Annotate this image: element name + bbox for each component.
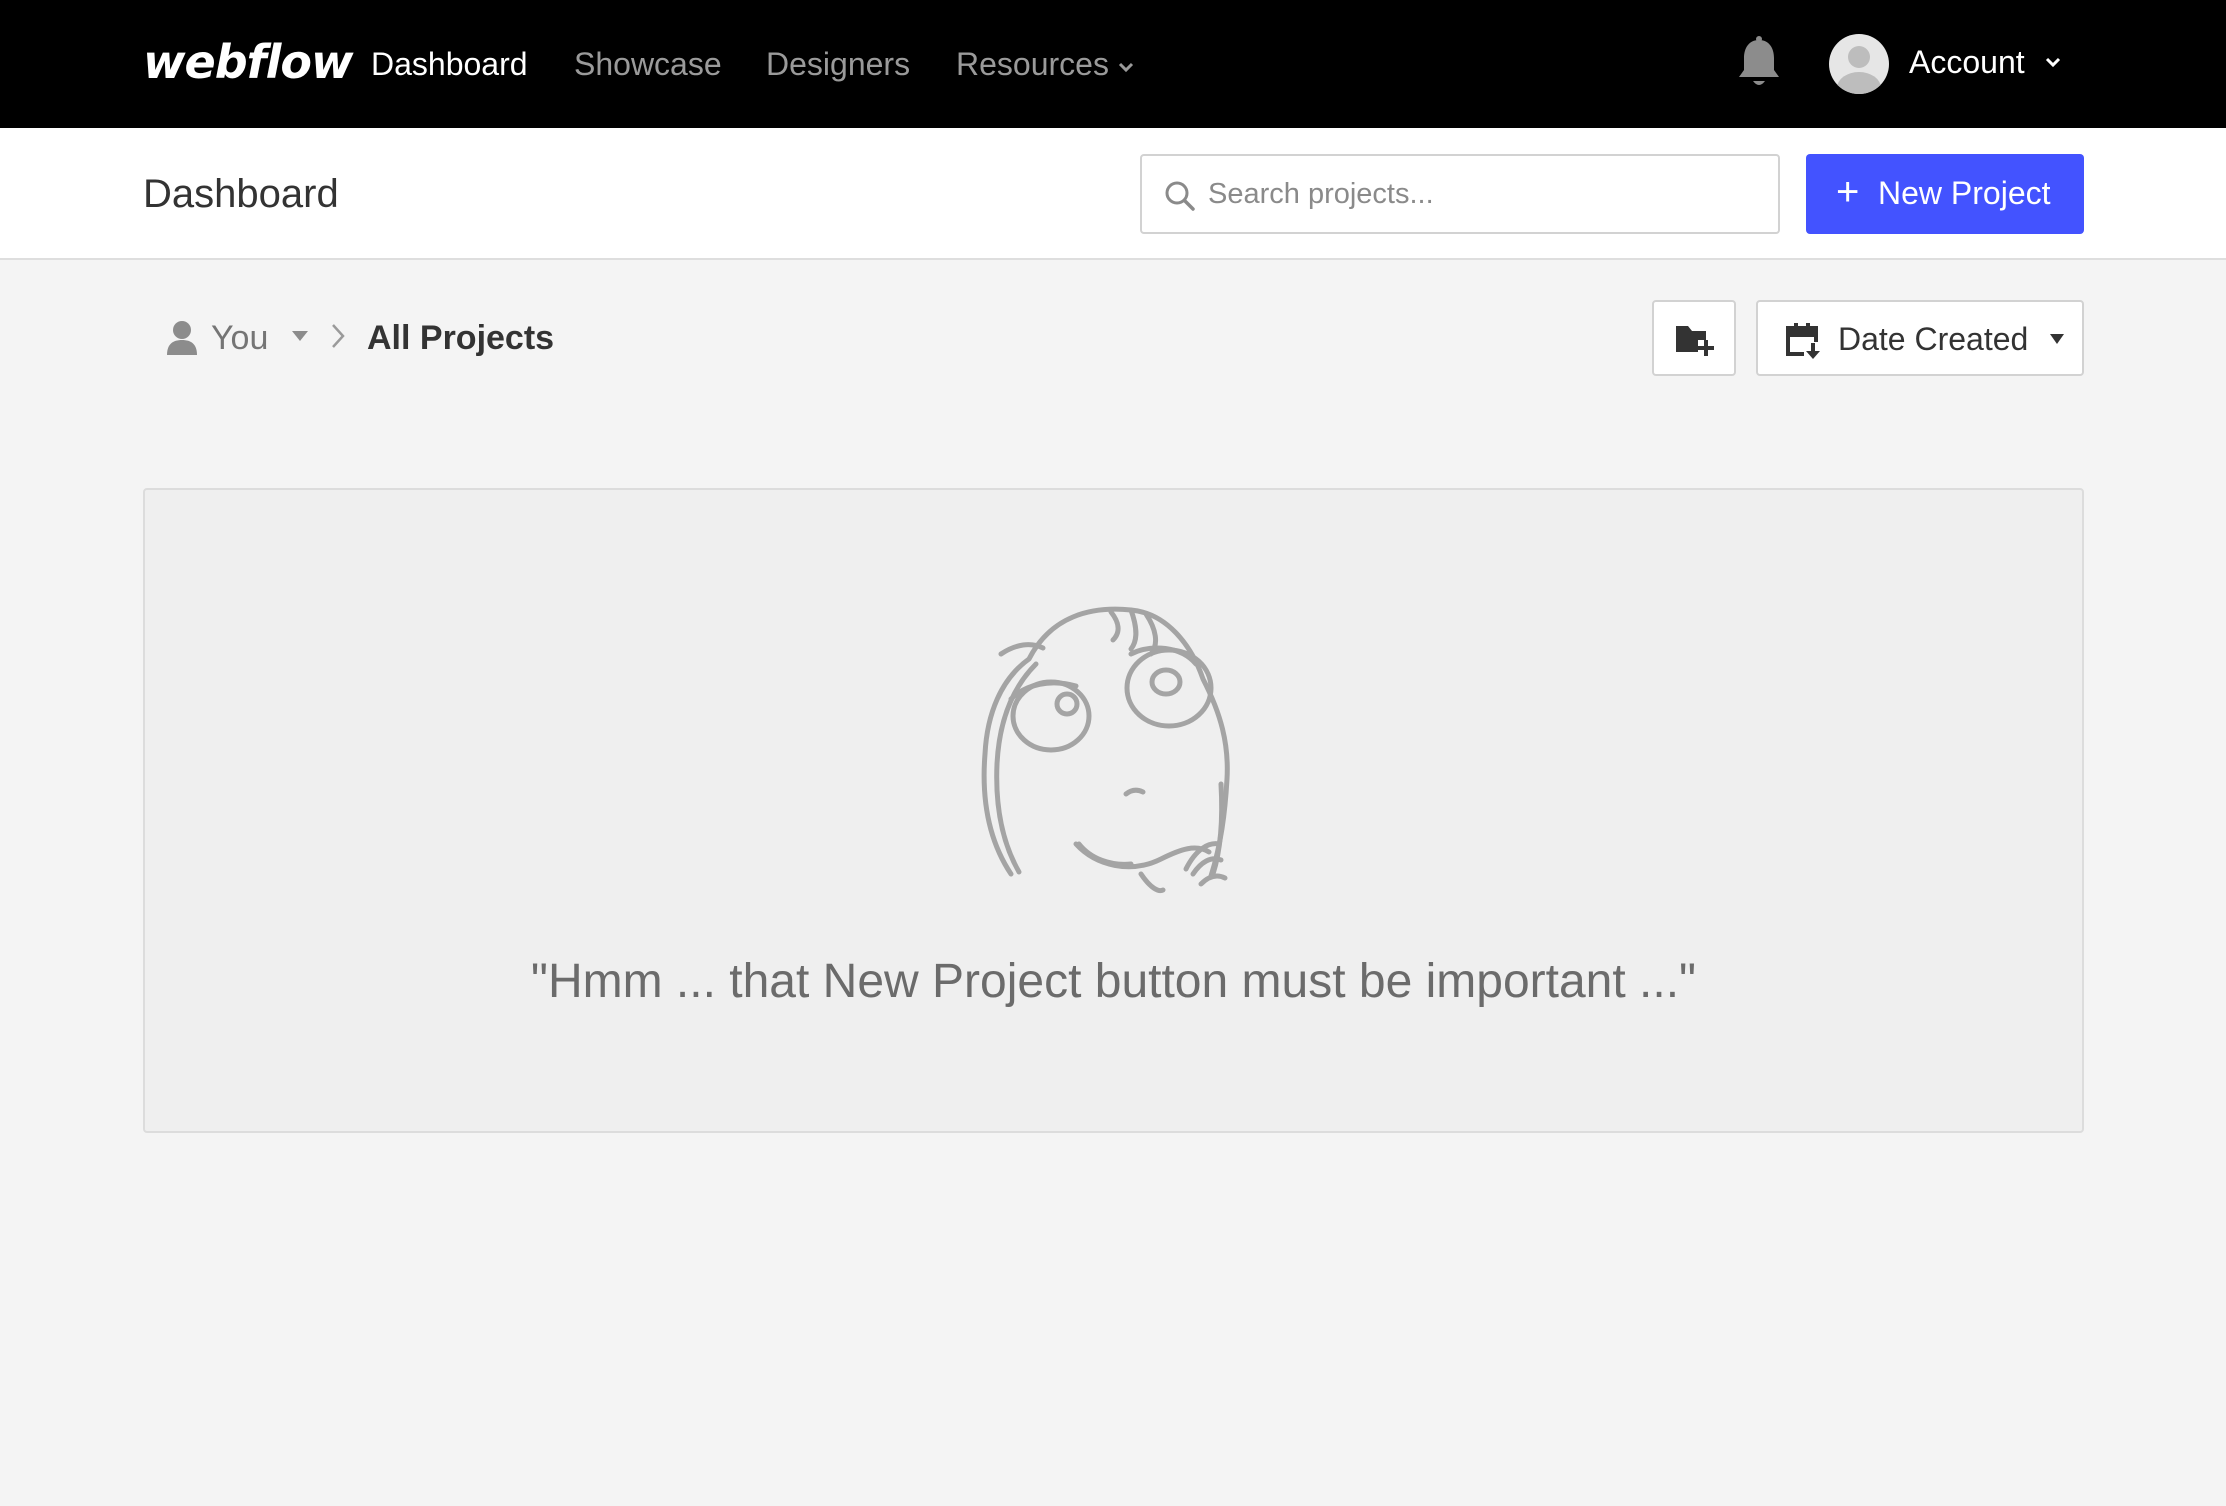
search-input[interactable] [1208, 170, 1758, 218]
plus-icon: + [1836, 170, 1860, 214]
chevron-right-icon [332, 324, 345, 348]
page-header: Dashboard + New Project [0, 128, 2226, 260]
new-project-label: New Project [1878, 175, 2051, 211]
search-box[interactable] [1140, 154, 1780, 234]
user-icon [167, 321, 197, 355]
chevron-down-icon [2045, 57, 2061, 68]
sort-label: Date Created [1838, 321, 2029, 357]
bell-icon[interactable] [1735, 36, 1783, 92]
folder-plus-icon [1676, 326, 1714, 356]
account-label: Account [1909, 44, 2025, 80]
webflow-logo[interactable]: webflow [143, 30, 354, 94]
avatar [1829, 34, 1889, 94]
search-icon [1165, 181, 1195, 211]
calendar-sort-icon [1786, 323, 1822, 360]
empty-state-message: "Hmm ... that New Project button must be… [530, 955, 1697, 1008]
nav-resources[interactable]: Resources [956, 40, 1135, 88]
new-folder-button[interactable] [1652, 300, 1736, 376]
account-menu[interactable]: Account [1829, 30, 2069, 96]
nav-dashboard[interactable]: Dashboard [371, 40, 528, 88]
thinking-face-illustration [981, 606, 1230, 894]
breadcrumb-owner[interactable]: You [211, 314, 268, 362]
caret-down-icon[interactable] [292, 331, 308, 341]
page-title: Dashboard [143, 172, 339, 216]
sort-dropdown[interactable]: Date Created [1756, 300, 2084, 376]
nav-showcase[interactable]: Showcase [574, 40, 722, 88]
empty-state: "Hmm ... that New Project button must be… [143, 488, 2084, 1133]
breadcrumb-current: All Projects [367, 319, 555, 357]
nav-designers[interactable]: Designers [766, 40, 910, 88]
nav-resources-label: Resources [956, 46, 1109, 82]
chevron-down-icon [1118, 62, 1134, 72]
new-project-button[interactable]: + New Project [1806, 154, 2084, 234]
caret-down-icon [2050, 334, 2064, 344]
top-nav: webflow Dashboard Showcase Designers Res… [0, 0, 2226, 128]
